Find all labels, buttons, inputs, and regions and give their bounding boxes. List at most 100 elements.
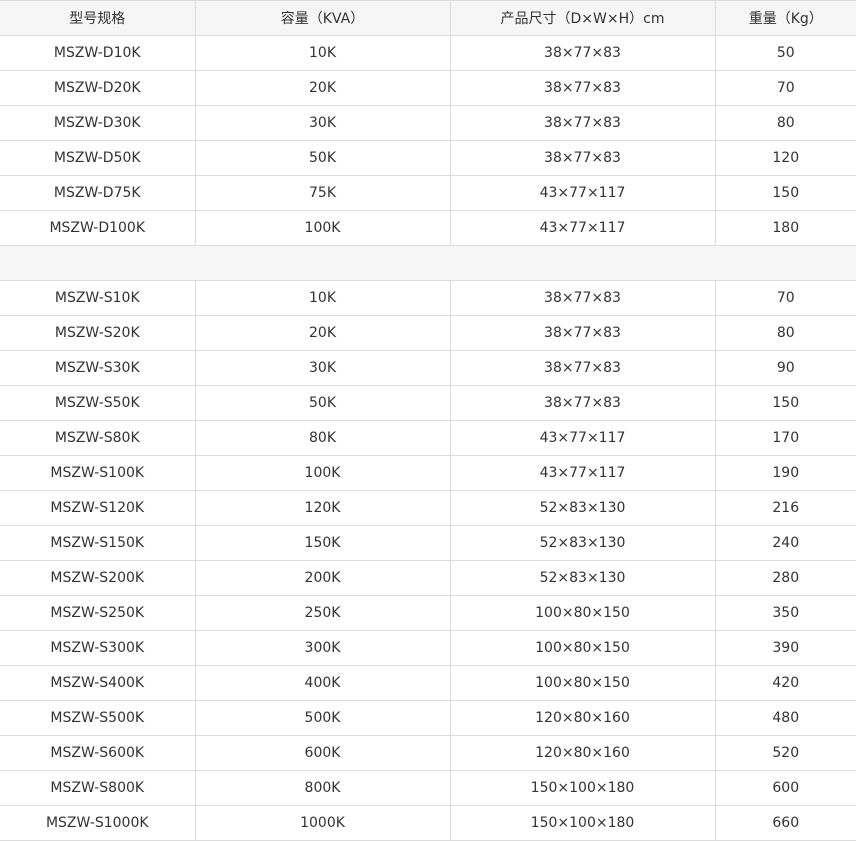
cell-model: MSZW-S800K — [0, 770, 196, 806]
table-row: MSZW-S80K 80K 43×77×117 170 — [0, 420, 856, 456]
cell-dimensions: 38×77×83 — [449, 105, 716, 141]
cell-dimensions: 52×83×130 — [449, 525, 716, 561]
header-weight: 重量（Kg） — [714, 0, 856, 36]
table-row: MSZW-D20K 20K 38×77×83 70 — [0, 70, 856, 106]
cell-weight: 180 — [714, 210, 856, 246]
cell-weight: 150 — [714, 175, 856, 211]
cell-weight: 190 — [714, 455, 856, 491]
cell-model: MSZW-D30K — [0, 105, 196, 141]
cell-dimensions: 120×80×160 — [449, 700, 716, 736]
cell-capacity: 100K — [194, 455, 451, 491]
cell-capacity: 600K — [194, 735, 451, 771]
cell-capacity: 120K — [194, 490, 451, 526]
cell-capacity: 400K — [194, 665, 451, 701]
table-row: MSZW-S500K 500K 120×80×160 480 — [0, 700, 856, 736]
cell-dimensions: 52×83×130 — [449, 490, 716, 526]
cell-capacity: 300K — [194, 630, 451, 666]
cell-model: MSZW-D20K — [0, 70, 196, 106]
cell-dimensions: 150×100×180 — [449, 805, 716, 841]
table-row: MSZW-S600K 600K 120×80×160 520 — [0, 735, 856, 771]
cell-dimensions: 100×80×150 — [449, 595, 716, 631]
cell-weight: 90 — [714, 350, 856, 386]
cell-dimensions: 120×80×160 — [449, 735, 716, 771]
cell-model: MSZW-S150K — [0, 525, 196, 561]
cell-capacity: 500K — [194, 700, 451, 736]
cell-model: MSZW-D75K — [0, 175, 196, 211]
cell-model: MSZW-S10K — [0, 280, 196, 316]
cell-capacity: 200K — [194, 560, 451, 596]
cell-capacity: 100K — [194, 210, 451, 246]
cell-model: MSZW-D50K — [0, 140, 196, 176]
cell-weight: 170 — [714, 420, 856, 456]
cell-dimensions: 43×77×117 — [449, 175, 716, 211]
table-row: MSZW-D100K 100K 43×77×117 180 — [0, 210, 856, 246]
cell-model: MSZW-S20K — [0, 315, 196, 351]
cell-capacity: 800K — [194, 770, 451, 806]
cell-dimensions: 100×80×150 — [449, 665, 716, 701]
table-row: MSZW-S800K 800K 150×100×180 600 — [0, 770, 856, 806]
cell-weight: 70 — [714, 70, 856, 106]
spec-table: 型号规格 容量（KVA） 产品尺寸（D×W×H）cm 重量（Kg） MSZW-D… — [0, 0, 856, 841]
cell-weight: 240 — [714, 525, 856, 561]
cell-dimensions: 52×83×130 — [449, 560, 716, 596]
cell-weight: 520 — [714, 735, 856, 771]
table-row: MSZW-D30K 30K 38×77×83 80 — [0, 105, 856, 141]
header-model: 型号规格 — [0, 0, 196, 36]
header-row: 型号规格 容量（KVA） 产品尺寸（D×W×H）cm 重量（Kg） — [0, 0, 856, 36]
cell-dimensions: 43×77×117 — [449, 455, 716, 491]
table-row: MSZW-S10K 10K 38×77×83 70 — [0, 280, 856, 316]
table-row: MSZW-S100K 100K 43×77×117 190 — [0, 455, 856, 491]
cell-model: MSZW-S250K — [0, 595, 196, 631]
cell-capacity: 50K — [194, 385, 451, 421]
table-row: MSZW-D75K 75K 43×77×117 150 — [0, 175, 856, 211]
cell-dimensions: 38×77×83 — [449, 35, 716, 71]
header-capacity: 容量（KVA） — [194, 0, 451, 36]
cell-model: MSZW-S100K — [0, 455, 196, 491]
table-row: MSZW-S150K 150K 52×83×130 240 — [0, 525, 856, 561]
cell-capacity: 20K — [194, 315, 451, 351]
cell-dimensions: 38×77×83 — [449, 350, 716, 386]
cell-dimensions: 43×77×117 — [449, 210, 716, 246]
cell-weight: 50 — [714, 35, 856, 71]
table-row: MSZW-S300K 300K 100×80×150 390 — [0, 630, 856, 666]
cell-dimensions: 150×100×180 — [449, 770, 716, 806]
cell-dimensions: 38×77×83 — [449, 70, 716, 106]
table-row: MSZW-S20K 20K 38×77×83 80 — [0, 315, 856, 351]
cell-capacity: 10K — [194, 280, 451, 316]
cell-model: MSZW-S500K — [0, 700, 196, 736]
cell-dimensions: 38×77×83 — [449, 315, 716, 351]
cell-model: MSZW-S200K — [0, 560, 196, 596]
cell-model: MSZW-D10K — [0, 35, 196, 71]
cell-capacity: 30K — [194, 105, 451, 141]
spacer-row — [0, 245, 856, 281]
cell-weight: 216 — [714, 490, 856, 526]
cell-capacity: 10K — [194, 35, 451, 71]
cell-capacity: 50K — [194, 140, 451, 176]
group-separator — [0, 245, 856, 281]
cell-capacity: 1000K — [194, 805, 451, 841]
table-row: MSZW-S1000K 1000K 150×100×180 660 — [0, 805, 856, 841]
table-row: MSZW-S200K 200K 52×83×130 280 — [0, 560, 856, 596]
table-body-d-series: MSZW-D10K 10K 38×77×83 50 MSZW-D20K 20K 38×77×… — [0, 35, 856, 246]
cell-model: MSZW-S50K — [0, 385, 196, 421]
cell-weight: 80 — [714, 315, 856, 351]
table-row: MSZW-S120K 120K 52×83×130 216 — [0, 490, 856, 526]
cell-model: MSZW-S120K — [0, 490, 196, 526]
table-row: MSZW-S30K 30K 38×77×83 90 — [0, 350, 856, 386]
cell-weight: 600 — [714, 770, 856, 806]
cell-model: MSZW-S30K — [0, 350, 196, 386]
cell-weight: 120 — [714, 140, 856, 176]
table-row: MSZW-D50K 50K 38×77×83 120 — [0, 140, 856, 176]
cell-capacity: 75K — [194, 175, 451, 211]
cell-dimensions: 38×77×83 — [449, 385, 716, 421]
header-dimensions: 产品尺寸（D×W×H）cm — [449, 0, 716, 36]
table-row: MSZW-D10K 10K 38×77×83 50 — [0, 35, 856, 71]
table-row: MSZW-S250K 250K 100×80×150 350 — [0, 595, 856, 631]
cell-capacity: 150K — [194, 525, 451, 561]
table-row: MSZW-S400K 400K 100×80×150 420 — [0, 665, 856, 701]
table-header: 型号规格 容量（KVA） 产品尺寸（D×W×H）cm 重量（Kg） — [0, 0, 856, 36]
cell-weight: 150 — [714, 385, 856, 421]
cell-model: MSZW-S600K — [0, 735, 196, 771]
table-row: MSZW-S50K 50K 38×77×83 150 — [0, 385, 856, 421]
cell-weight: 70 — [714, 280, 856, 316]
